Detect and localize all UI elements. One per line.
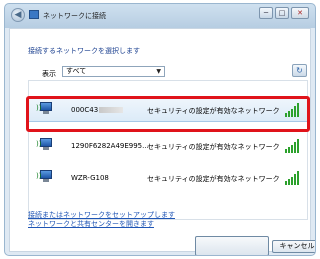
connect-to-network-window: ◀ ネットワークに接続 ─ □ ✕ 接続するネットワークを選択します 表示 すべ… bbox=[4, 3, 316, 256]
signal-strength-icon bbox=[285, 103, 301, 117]
network-row[interactable]: )) WZR-G108 セキュリティの設定が有効なネットワーク bbox=[29, 165, 307, 191]
minimize-button[interactable]: ─ bbox=[259, 7, 273, 19]
connect-button[interactable]: 接続(O) bbox=[200, 240, 262, 253]
network-icon bbox=[29, 10, 39, 19]
wireless-network-icon: )) bbox=[36, 170, 54, 184]
sharing-center-link[interactable]: ネットワークと共有センターを開きます bbox=[28, 219, 154, 229]
dialog-content: 接続するネットワークを選択します 表示 すべて ▼ ↻ )) 000C43 セキ… bbox=[9, 28, 315, 255]
wireless-network-icon: )) bbox=[36, 138, 54, 152]
network-name: 000C43 bbox=[71, 106, 123, 114]
page-heading: 接続するネットワークを選択します bbox=[28, 47, 140, 55]
maximize-button[interactable]: □ bbox=[275, 7, 289, 19]
close-button[interactable]: ✕ bbox=[291, 7, 309, 19]
network-security: セキュリティの設定が有効なネットワーク bbox=[147, 143, 280, 151]
network-name: WZR-G108 bbox=[71, 174, 109, 182]
refresh-button[interactable]: ↻ bbox=[292, 64, 307, 77]
network-row[interactable]: )) 000C43 セキュリティの設定が有効なネットワーク bbox=[29, 96, 307, 122]
network-row[interactable]: )) 1290F6282A49E995... セキュリティの設定が有効なネットワ… bbox=[29, 133, 307, 159]
window-controls: ─ □ ✕ bbox=[259, 7, 309, 19]
window-title: ネットワークに接続 bbox=[43, 12, 106, 20]
network-name: 1290F6282A49E995... bbox=[71, 142, 149, 150]
chevron-down-icon: ▼ bbox=[156, 68, 161, 75]
cancel-button[interactable]: キャンセル bbox=[272, 240, 315, 253]
show-filter-value: すべて bbox=[66, 67, 87, 75]
signal-strength-icon bbox=[285, 139, 301, 153]
title-bar: ◀ ネットワークに接続 ─ □ ✕ bbox=[5, 4, 315, 26]
back-arrow-icon[interactable]: ◀ bbox=[11, 8, 25, 22]
network-list: )) 000C43 セキュリティの設定が有効なネットワーク )) 1290F62… bbox=[28, 80, 308, 220]
show-filter-dropdown[interactable]: すべて ▼ bbox=[62, 66, 165, 77]
network-security: セキュリティの設定が有効なネットワーク bbox=[147, 175, 280, 183]
network-security: セキュリティの設定が有効なネットワーク bbox=[147, 107, 280, 115]
signal-strength-icon bbox=[285, 171, 301, 185]
wireless-network-icon: )) bbox=[36, 102, 54, 116]
show-filter-label: 表示 bbox=[42, 70, 56, 78]
